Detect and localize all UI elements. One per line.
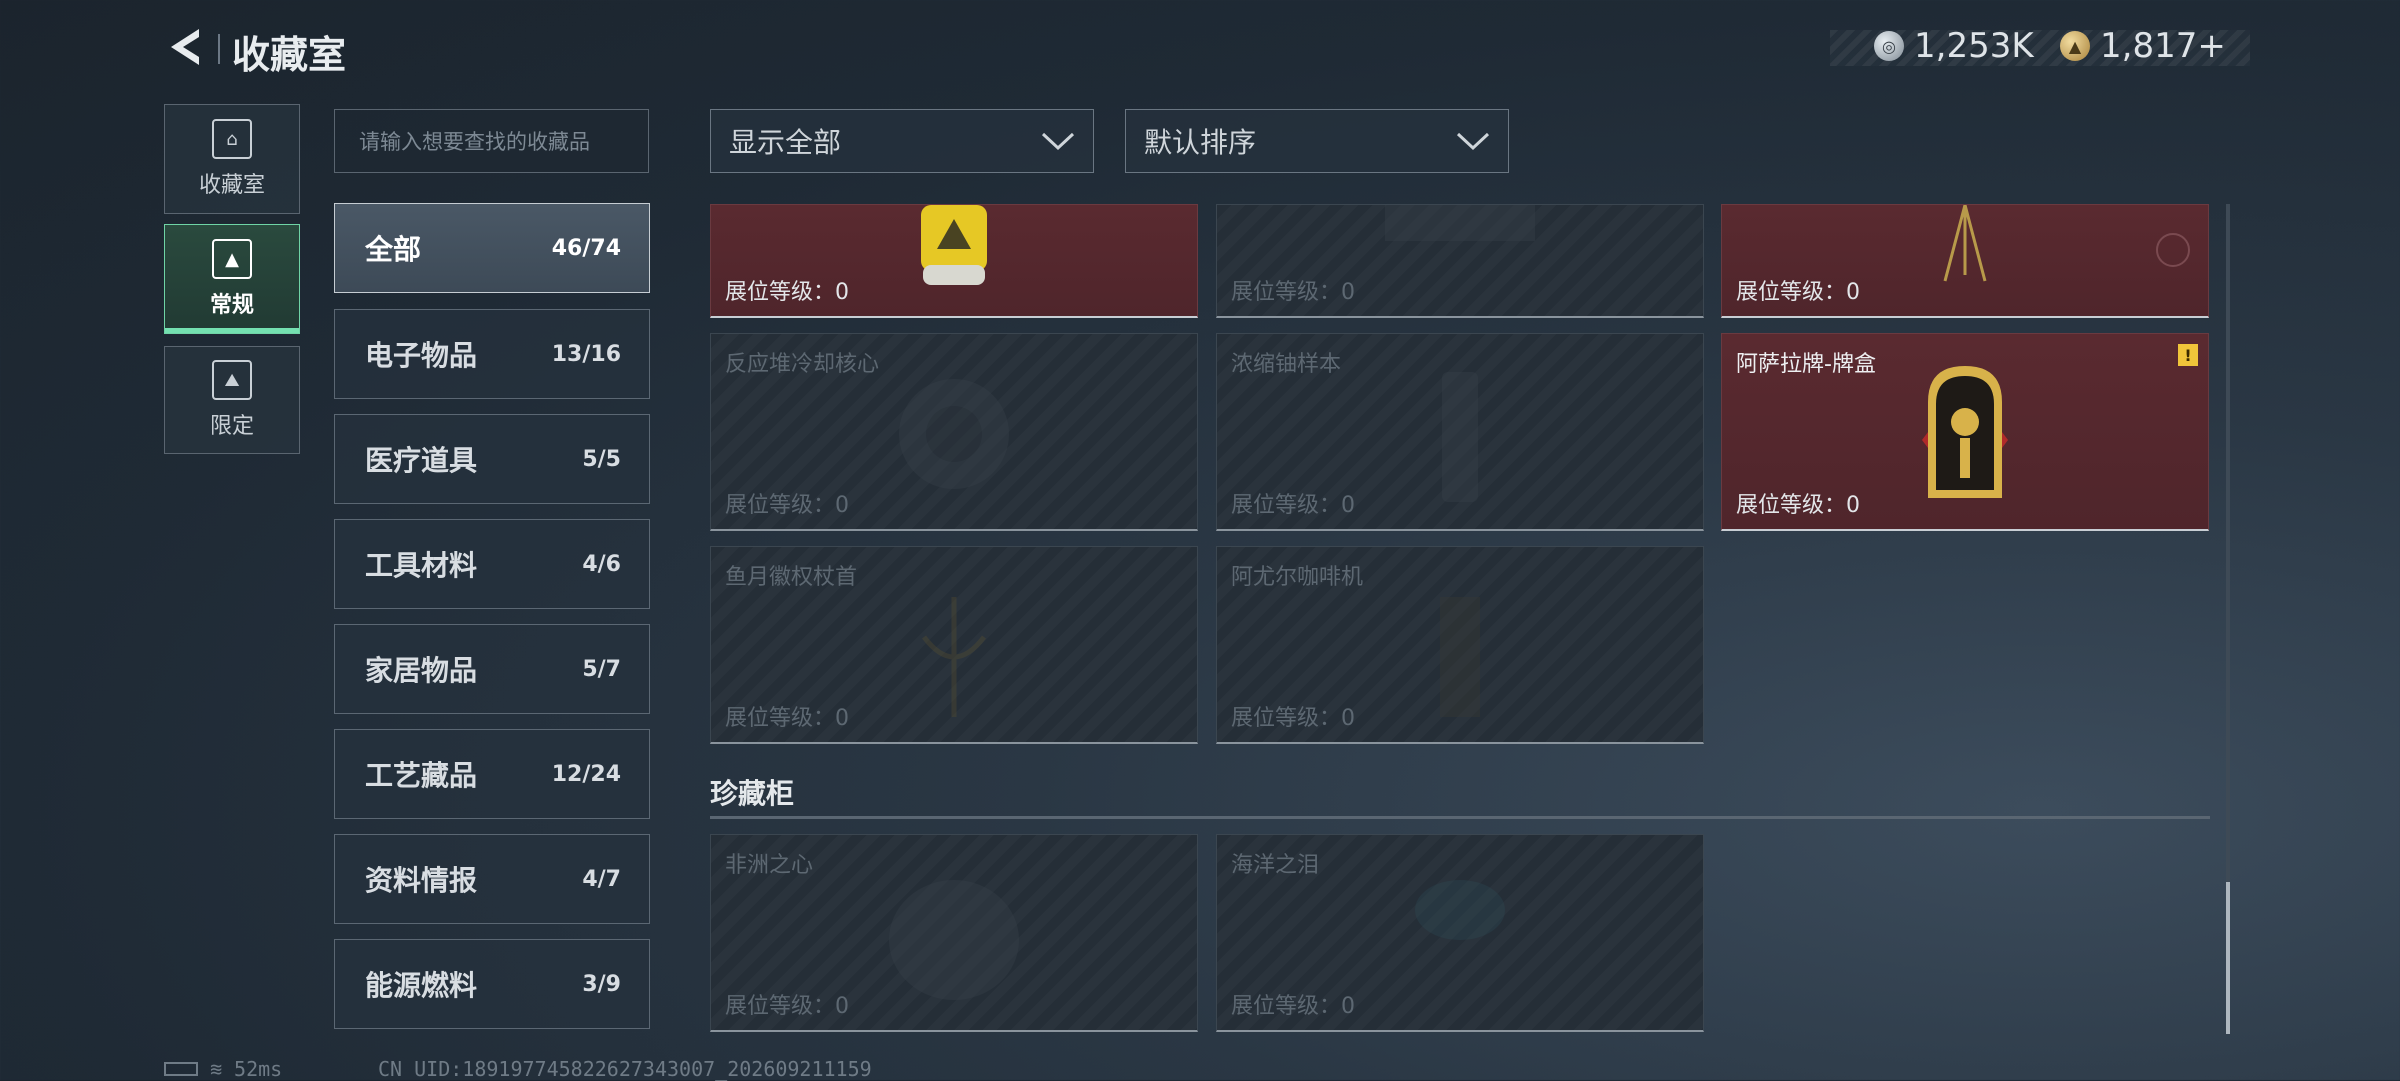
- vault-icon: ⌂: [212, 119, 252, 159]
- item-card[interactable]: 展位等级：0: [710, 204, 1198, 318]
- warning-icon: !: [2178, 344, 2198, 366]
- item-level: 展位等级：0: [725, 280, 849, 305]
- item-level: 展位等级：0: [1231, 994, 1355, 1019]
- back-arrow-icon: [171, 29, 199, 65]
- gold-amount: 1,817+: [2100, 26, 2226, 66]
- item-name: 阿萨拉牌-牌盒: [1736, 352, 1876, 377]
- rail-vault[interactable]: ⌂ 收藏室: [164, 104, 300, 214]
- item-name: 海洋之泪: [1231, 853, 1320, 878]
- sort-value: 默认排序: [1144, 126, 1257, 159]
- tripod-icon: [1943, 205, 1987, 282]
- item-level: 展位等级：0: [725, 493, 849, 518]
- uranium-sample-icon: [1442, 372, 1478, 502]
- regular-icon: ▲: [212, 239, 252, 279]
- search-input[interactable]: 请输入想要查找的收藏品: [334, 109, 649, 173]
- category-household[interactable]: 家居物品 5/7: [334, 624, 650, 714]
- item-card[interactable]: 鱼月徽权杖首 展位等级：0: [710, 546, 1198, 744]
- category-count: 46/74: [551, 235, 621, 261]
- item-name: 鱼月徽权杖首: [725, 565, 858, 590]
- ping-text: 52ms: [234, 1057, 283, 1081]
- category-name: 能源燃料: [365, 969, 478, 1002]
- category-count: 5/5: [582, 446, 621, 472]
- card-box-icon: [1922, 366, 2008, 498]
- rail-label: 限定: [209, 414, 254, 439]
- scepter-head-icon: [922, 597, 986, 717]
- gold-currency[interactable]: ▲ 1,817+: [2060, 24, 2226, 68]
- item-card[interactable]: 展位等级：0: [1721, 204, 2209, 318]
- gold-coin-icon: ▲: [2060, 31, 2090, 61]
- item-level: 展位等级：0: [1231, 706, 1355, 731]
- category-name: 工艺藏品: [365, 759, 478, 792]
- item-level: 展位等级：0: [1736, 493, 1860, 518]
- status-bar: ≋ 52ms: [164, 1057, 282, 1081]
- rail-limited[interactable]: ⛰ 限定: [164, 346, 300, 454]
- coffee-machine-icon: [1440, 597, 1480, 717]
- sort-dropdown[interactable]: 默认排序: [1125, 109, 1509, 173]
- category-fuel[interactable]: 能源燃料 3/9: [334, 939, 650, 1029]
- limited-icon: ⛰: [212, 360, 252, 400]
- silver-coin-icon: ◎: [1874, 31, 1904, 61]
- category-count: 4/6: [582, 551, 621, 577]
- item-card[interactable]: 浓缩铀样本 展位等级：0: [1216, 333, 1704, 531]
- chevron-down-icon: [1456, 132, 1490, 151]
- reactor-core-icon: [899, 379, 1009, 489]
- item-level: 展位等级：0: [725, 994, 849, 1019]
- target-icon: [2156, 233, 2190, 267]
- wifi-icon: ≋: [210, 1057, 223, 1081]
- title-separator: [218, 34, 220, 64]
- category-name: 工具材料: [365, 549, 478, 582]
- item-level: 展位等级：0: [725, 706, 849, 731]
- category-count: 4/7: [582, 866, 621, 892]
- category-name: 资料情报: [365, 864, 478, 897]
- category-crafts[interactable]: 工艺藏品 12/24: [334, 729, 650, 819]
- category-count: 13/16: [551, 341, 621, 367]
- battery-icon: [164, 1062, 198, 1076]
- device-icon: [1385, 205, 1535, 241]
- category-name: 电子物品: [365, 339, 478, 372]
- page-title: 收藏室: [232, 33, 347, 77]
- item-card[interactable]: 阿萨拉牌-牌盒 ! 展位等级：0: [1721, 333, 2209, 531]
- heart-of-africa-icon: [889, 880, 1019, 1000]
- item-name: 阿尤尔咖啡机: [1231, 565, 1364, 590]
- section-title: 珍藏柜: [710, 777, 795, 810]
- item-card[interactable]: 展位等级：0: [1216, 204, 1704, 318]
- category-count: 3/9: [582, 971, 621, 997]
- item-name: 非洲之心: [725, 853, 814, 878]
- category-name: 全部: [365, 233, 422, 266]
- silver-amount: 1,253K: [1914, 26, 2034, 66]
- category-count: 5/7: [582, 656, 621, 682]
- section-divider: [710, 816, 2210, 819]
- filter-value: 显示全部: [729, 126, 842, 159]
- item-level: 展位等级：0: [1736, 280, 1860, 305]
- back-button[interactable]: [160, 22, 210, 72]
- category-all[interactable]: 全部 46/74: [334, 203, 650, 293]
- category-count: 12/24: [551, 761, 621, 787]
- category-intel[interactable]: 资料情报 4/7: [334, 834, 650, 924]
- scrollbar-thumb[interactable]: [2226, 882, 2230, 1034]
- search-placeholder: 请输入想要查找的收藏品: [359, 130, 590, 154]
- treasure-card[interactable]: 海洋之泪 展位等级：0: [1216, 834, 1704, 1032]
- item-card[interactable]: 反应堆冷却核心 展位等级：0: [710, 333, 1198, 531]
- item-card[interactable]: 阿尤尔咖啡机 展位等级：0: [1216, 546, 1704, 744]
- category-tools[interactable]: 工具材料 4/6: [334, 519, 650, 609]
- category-name: 医疗道具: [365, 444, 478, 477]
- silver-currency: ◎ 1,253K: [1874, 24, 2034, 68]
- item-level: 展位等级：0: [1231, 493, 1355, 518]
- item-name: 浓缩铀样本: [1231, 352, 1342, 377]
- category-name: 家居物品: [365, 654, 478, 687]
- item-name: 反应堆冷却核心: [725, 352, 880, 377]
- treasure-card[interactable]: 非洲之心 展位等级：0: [710, 834, 1198, 1032]
- rail-label: 收藏室: [198, 173, 265, 198]
- uid-text: CN UID:1891977458226273430​07_2026092111…: [378, 1057, 872, 1081]
- rail-label: 常规: [209, 293, 254, 318]
- chevron-down-icon: [1041, 132, 1075, 151]
- chemical-bottle-icon: [921, 205, 987, 285]
- filter-dropdown[interactable]: 显示全部: [710, 109, 1094, 173]
- tear-of-ocean-icon: [1415, 880, 1505, 940]
- rail-regular[interactable]: ▲ 常规: [164, 224, 300, 334]
- category-electronics[interactable]: 电子物品 13/16: [334, 309, 650, 399]
- item-level: 展位等级：0: [1231, 280, 1355, 305]
- category-medical[interactable]: 医疗道具 5/5: [334, 414, 650, 504]
